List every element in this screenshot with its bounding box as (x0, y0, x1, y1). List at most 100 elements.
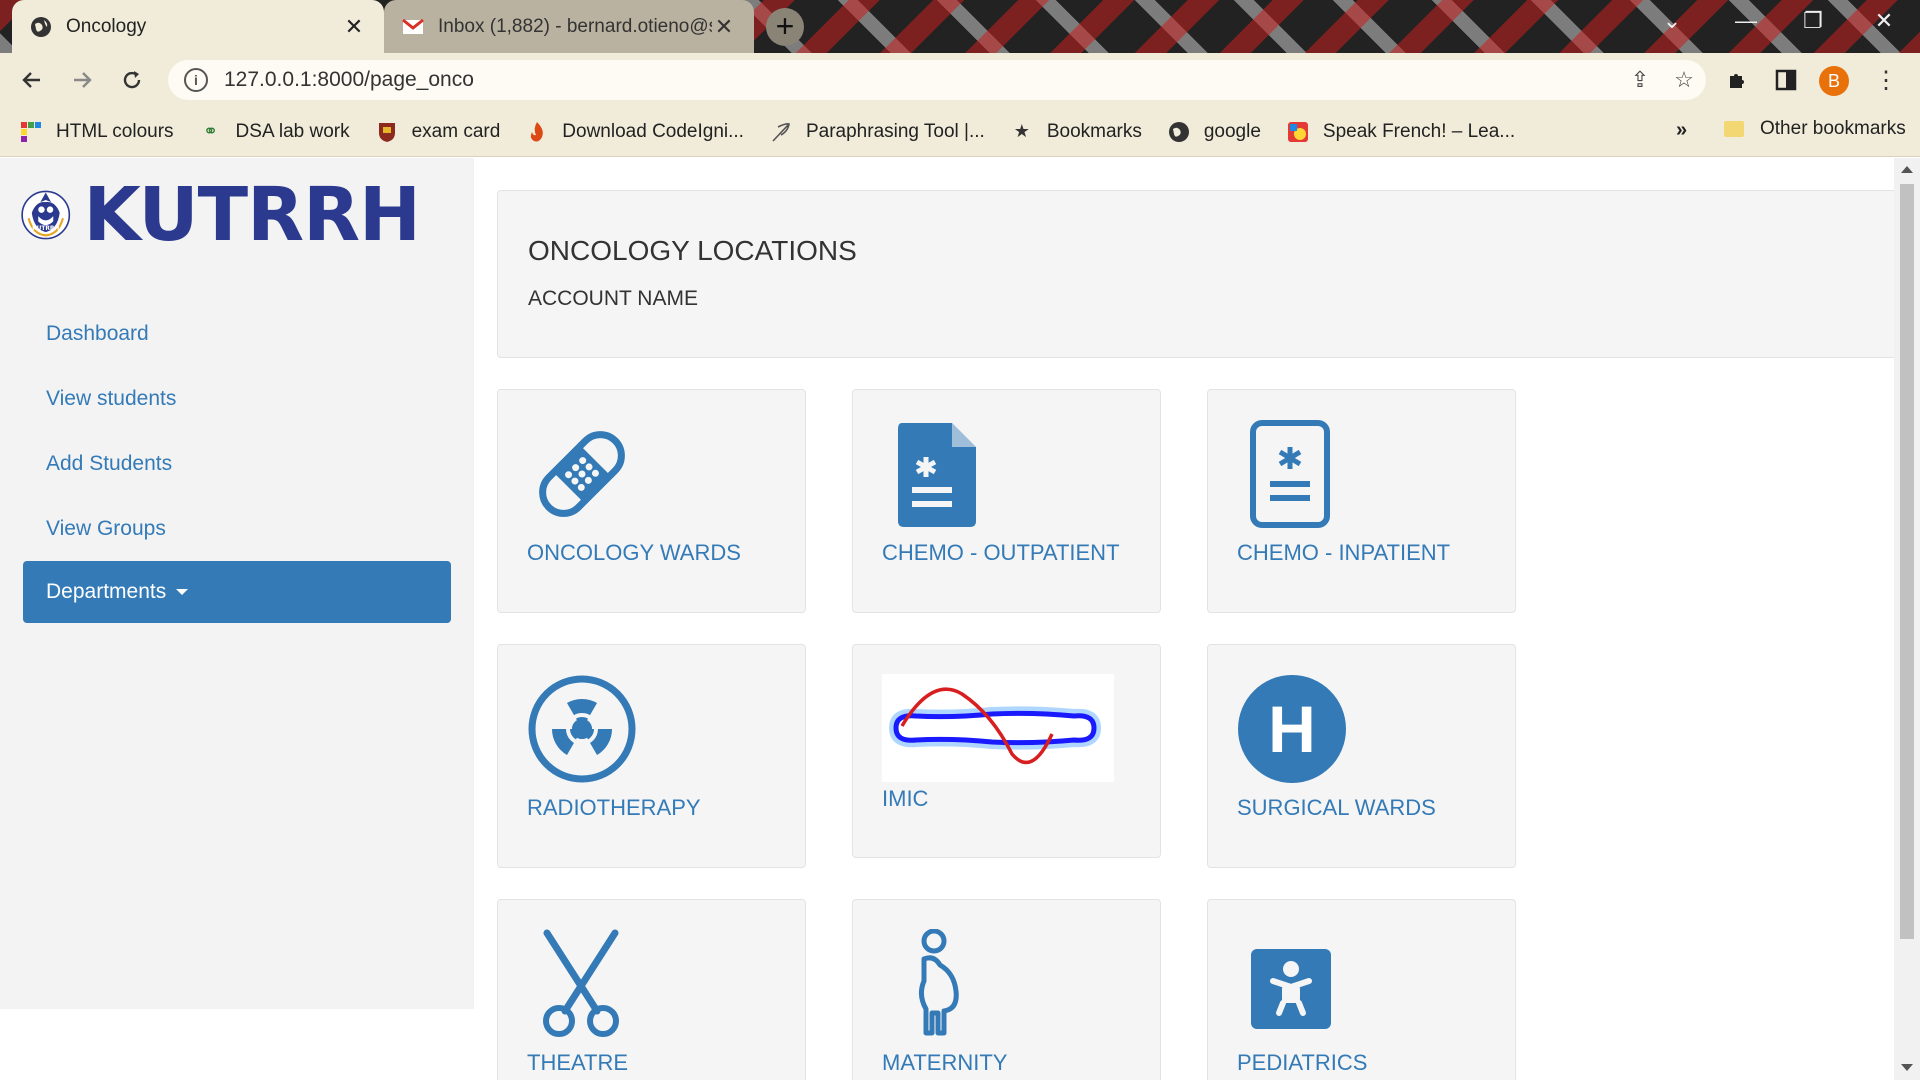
card-oncology-wards[interactable]: ONCOLOGY WARDS (497, 389, 806, 613)
card-surgical-wards[interactable]: H SURGICAL WARDS (1207, 644, 1516, 868)
sidebar-item-view-students[interactable]: View students (23, 366, 451, 431)
other-bookmarks-label: Other bookmarks (1760, 118, 1906, 139)
page-content: KUTRRH KUTRRH Dashboard View students Ad… (0, 158, 1920, 1080)
bookmark-label: DSA lab work (235, 120, 350, 142)
bookmarks-bar: HTML colours ⚭ DSA lab work exam card Do… (0, 107, 1920, 157)
url-text: 127.0.0.1:8000/page_onco (224, 68, 474, 91)
bookmark-label: Download CodeIgni... (562, 120, 744, 142)
more-bookmarks-chevron[interactable]: » (1676, 119, 1687, 142)
card-theatre[interactable]: THEATRE (497, 899, 806, 1080)
globe-icon (1168, 121, 1190, 143)
card-imic[interactable]: IMIC (852, 644, 1161, 858)
bookmark-label: Speak French! – Lea... (1322, 120, 1516, 142)
tab-search-icon[interactable]: ⌄ (1652, 8, 1692, 34)
bookmark-speak-french[interactable]: Speak French! – Lea... (1287, 121, 1515, 143)
reload-icon[interactable] (114, 62, 150, 98)
page-title: ONCOLOGY LOCATIONS (528, 235, 857, 266)
logo[interactable]: KUTRRH KUTRRH (20, 160, 421, 270)
sidebar-item-dashboard[interactable]: Dashboard (23, 301, 451, 366)
card-pediatrics[interactable]: PEDIATRICS (1207, 899, 1516, 1080)
bookmark-paraphrasing-tool[interactable]: Paraphrasing Tool |... (770, 121, 985, 143)
sidebar-item-add-students[interactable]: Add Students (23, 431, 451, 496)
bookmark-star-icon[interactable]: ☆ (1662, 67, 1706, 93)
card-label: RADIOTHERAPY (527, 795, 701, 820)
folder-icon (1724, 121, 1744, 137)
card-label: PEDIATRICS (1237, 1050, 1368, 1075)
globe-icon (30, 16, 52, 38)
sidebar: KUTRRH KUTRRH Dashboard View students Ad… (0, 158, 474, 1009)
sidebar-item-label: Departments (46, 580, 167, 603)
bookmark-codeigniter[interactable]: Download CodeIgni... (526, 121, 744, 143)
bookmark-exam-card[interactable]: exam card (376, 120, 501, 143)
scissors-icon (527, 929, 637, 1039)
gmail-icon (402, 16, 424, 38)
back-arrow-icon[interactable] (14, 62, 50, 98)
close-tab-icon[interactable]: ✕ (712, 14, 736, 40)
account-name: ACCOUNT NAME (528, 287, 698, 310)
bookmark-bookmarks[interactable]: ★ Bookmarks (1011, 121, 1142, 143)
sidebar-item-label: View Groups (46, 516, 166, 540)
sidebar-item-departments[interactable]: Departments (23, 561, 451, 623)
forward-arrow-icon[interactable] (64, 62, 100, 98)
sidebar-item-label: Add Students (46, 451, 173, 475)
link-icon: ⚭ (203, 121, 219, 141)
crest-icon (376, 121, 398, 143)
bookmark-html-colours[interactable]: HTML colours (20, 121, 174, 143)
card-maternity[interactable]: MATERNITY (852, 899, 1161, 1080)
medical-file-icon (882, 419, 992, 529)
scrollbar-thumb[interactable] (1900, 184, 1914, 939)
sidebar-item-label: Dashboard (46, 321, 149, 345)
tab-inbox[interactable]: Inbox (1,882) - bernard.otieno@s ✕ (384, 0, 754, 53)
flag-icon (1287, 121, 1309, 143)
extensions-puzzle-icon[interactable] (1720, 62, 1756, 98)
radiation-icon (527, 674, 637, 784)
browser-toolbar: i 127.0.0.1:8000/page_onco ⇪ ☆ B ⋮ (0, 53, 1920, 107)
bookmark-dsa-lab-work[interactable]: ⚭ DSA lab work (200, 121, 350, 143)
svg-text:H: H (1268, 692, 1316, 766)
scroll-up-arrow-icon[interactable] (1901, 166, 1913, 173)
sidebar-item-view-groups[interactable]: View Groups (23, 496, 451, 561)
menu-dots-icon[interactable]: ⋮ (1868, 62, 1904, 98)
bookmark-label: exam card (411, 120, 501, 142)
bandage-icon (527, 419, 637, 529)
restore-icon[interactable]: ❐ (1793, 8, 1833, 34)
logo-text: KUTRRH (83, 172, 421, 258)
scroll-down-arrow-icon[interactable] (1901, 1064, 1913, 1071)
flame-icon (526, 121, 548, 143)
body-scan-image (882, 674, 1114, 782)
address-bar[interactable]: i 127.0.0.1:8000/page_onco ⇪ ☆ (168, 60, 1706, 100)
bookmark-label: Bookmarks (1046, 120, 1142, 142)
minimize-icon[interactable]: — (1726, 8, 1766, 34)
bookmark-label: google (1203, 120, 1261, 142)
bookmark-google[interactable]: google (1168, 121, 1261, 143)
other-bookmarks[interactable]: Other bookmarks (1724, 118, 1906, 140)
tab-strip: Oncology ✕ Inbox (1,882) - bernard.otien… (0, 0, 1920, 53)
caret-down-icon (176, 589, 189, 595)
baby-icon (1237, 929, 1347, 1039)
card-label: MATERNITY (882, 1050, 1008, 1075)
sidebar-nav: Dashboard View students Add Students Vie… (23, 301, 451, 623)
card-label: CHEMO - OUTPATIENT (882, 540, 1120, 565)
tab-oncology[interactable]: Oncology ✕ (12, 0, 384, 53)
star-icon: ★ (1013, 121, 1030, 141)
close-window-icon[interactable]: ✕ (1864, 8, 1904, 34)
vertical-scrollbar[interactable] (1894, 158, 1920, 1080)
card-label: THEATRE (527, 1050, 629, 1075)
tab-title: Inbox (1,882) - bernard.otieno@s (438, 15, 712, 37)
new-tab-button[interactable]: + (766, 8, 804, 46)
tab-title: Oncology (66, 15, 147, 37)
profile-avatar[interactable]: B (1819, 66, 1849, 96)
side-panel-icon[interactable] (1768, 62, 1804, 98)
site-info-icon[interactable]: i (184, 68, 208, 92)
bookmark-label: Paraphrasing Tool |... (805, 120, 985, 142)
grid-icon (20, 121, 42, 143)
card-radiotherapy[interactable]: RADIOTHERAPY (497, 644, 806, 868)
card-label: ONCOLOGY WARDS (527, 540, 741, 565)
share-icon[interactable]: ⇪ (1618, 67, 1662, 93)
bookmark-label: HTML colours (56, 120, 174, 142)
card-label: CHEMO - INPATIENT (1237, 540, 1451, 565)
close-tab-icon[interactable]: ✕ (342, 14, 366, 40)
card-chemo-outpatient[interactable]: CHEMO - OUTPATIENT (852, 389, 1161, 613)
card-chemo-inpatient[interactable]: CHEMO - INPATIENT (1207, 389, 1516, 613)
hospital-icon: H (1237, 674, 1347, 784)
